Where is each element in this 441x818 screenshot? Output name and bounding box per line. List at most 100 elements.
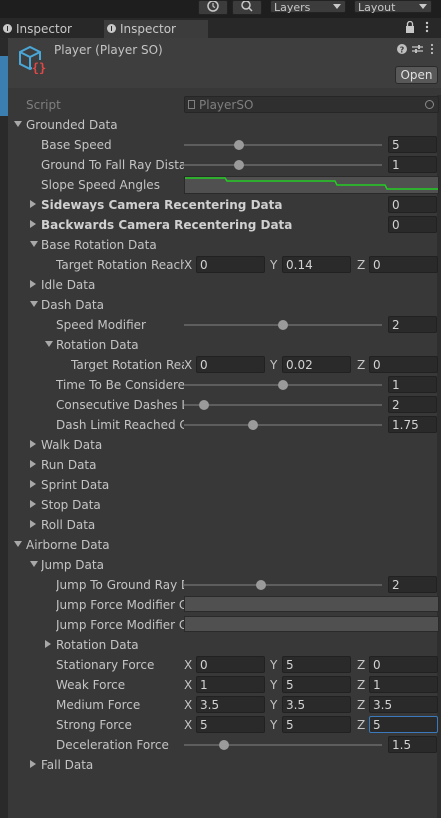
animation-curve-field[interactable] [184, 616, 439, 632]
slider-handle[interactable] [278, 380, 288, 390]
slider-track[interactable] [184, 144, 382, 146]
slider-handle[interactable] [256, 580, 266, 590]
foldout-roll-data[interactable]: Roll Data [8, 515, 441, 535]
foldout-fall-data[interactable]: Fall Data [8, 755, 441, 775]
vector-x-field[interactable]: 1 [196, 676, 265, 693]
animation-curve-field[interactable] [184, 596, 439, 612]
foldout-walk-data[interactable]: Walk Data [8, 435, 441, 455]
foldout-closed-icon[interactable] [30, 460, 36, 468]
vector-y-field[interactable]: 3.5 [282, 696, 351, 713]
vector-x-field[interactable]: 5 [196, 716, 265, 733]
foldout-idle-data[interactable]: Idle Data [8, 275, 441, 295]
property-row-script: Script PlayerSO [8, 95, 441, 115]
vector-x-field[interactable]: 0 [196, 256, 265, 273]
property-row-dash-limit-reached-c: Dash Limit Reached C 1.75 [8, 415, 441, 435]
open-button[interactable]: Open [395, 66, 438, 84]
more-options-icon[interactable] [430, 43, 434, 55]
slider-handle[interactable] [234, 160, 244, 170]
property-label: Jump To Ground Ray D [56, 578, 184, 592]
vector-z-field[interactable]: 1 [369, 676, 438, 693]
int-field[interactable]: 0 [388, 196, 437, 213]
tab-inspector-1[interactable]: Inspector [0, 20, 118, 38]
vector-y-field[interactable]: 5 [282, 676, 351, 693]
foldout-base-rotation-data[interactable]: Base Rotation Data [8, 235, 441, 255]
number-field[interactable]: 2 [388, 576, 437, 593]
foldout-closed-icon[interactable] [45, 640, 51, 648]
foldout-dash-data[interactable]: Dash Data [8, 295, 441, 315]
vector-z-field[interactable]: 3.5 [369, 696, 438, 713]
foldout-open-icon[interactable] [30, 561, 38, 567]
help-icon[interactable]: ? [397, 44, 407, 54]
foldout-rotation-data[interactable]: Rotation Data [8, 635, 441, 655]
foldout-closed-icon[interactable] [30, 440, 36, 448]
svg-text:?: ? [400, 45, 405, 54]
vector-z-field[interactable]: 5 [369, 716, 438, 733]
number-field[interactable]: 1 [388, 156, 437, 173]
vector-y-field[interactable]: 0.02 [282, 356, 351, 373]
foldout-open-icon[interactable] [14, 541, 22, 547]
number-field[interactable]: 1.5 [388, 736, 437, 753]
vector-z-field[interactable]: 0 [369, 256, 438, 273]
foldout-stop-data[interactable]: Stop Data [8, 495, 441, 515]
foldout-open-icon[interactable] [14, 121, 22, 127]
vector-y-field[interactable]: 5 [282, 716, 351, 733]
history-button[interactable] [198, 0, 228, 15]
slider-handle[interactable] [234, 140, 244, 150]
foldout-jump-data[interactable]: Jump Data [8, 555, 441, 575]
foldout-closed-icon[interactable] [30, 480, 36, 488]
more-options-icon[interactable] [425, 21, 429, 33]
foldout-open-icon[interactable] [45, 341, 53, 347]
slider-handle[interactable] [219, 740, 229, 750]
foldout-rotation-data[interactable]: Rotation Data [8, 335, 441, 355]
foldout-airborne-data[interactable]: Airborne Data [8, 535, 441, 555]
vector-x-field[interactable]: 3.5 [196, 696, 265, 713]
foldout-backwards-camera-recentering-data[interactable]: Backwards Camera Recentering Data 0 [8, 215, 441, 235]
vector-x-field[interactable]: 0 [196, 356, 265, 373]
foldout-closed-icon[interactable] [30, 220, 36, 228]
slider-track[interactable] [184, 424, 382, 426]
foldout-open-icon[interactable] [30, 241, 38, 247]
slider-track[interactable] [184, 404, 382, 406]
number-field[interactable]: 1.75 [388, 416, 437, 433]
foldout-sprint-data[interactable]: Sprint Data [8, 475, 441, 495]
number-field[interactable]: 2 [388, 396, 437, 413]
slider-handle[interactable] [199, 400, 209, 410]
foldout-sideways-camera-recentering-data[interactable]: Sideways Camera Recentering Data 0 [8, 195, 441, 215]
slider-handle[interactable] [248, 420, 258, 430]
info-icon [107, 24, 116, 33]
slider-handle[interactable] [278, 320, 288, 330]
foldout-closed-icon[interactable] [30, 760, 36, 768]
foldout-closed-icon[interactable] [30, 500, 36, 508]
property-label: Speed Modifier [56, 318, 146, 332]
number-field[interactable]: 2 [388, 316, 437, 333]
number-field[interactable]: 1 [388, 376, 437, 393]
vector-y-field[interactable]: 5 [282, 656, 351, 673]
slider-track[interactable] [184, 584, 382, 586]
tab-inspector-2[interactable]: Inspector [104, 20, 208, 38]
property-row-medium-force: Medium Force X 3.5 Y 3.5 Z 3.5 [8, 695, 441, 715]
object-picker-icon[interactable] [425, 100, 434, 109]
foldout-run-data[interactable]: Run Data [8, 455, 441, 475]
axis-label-z: Z [357, 718, 366, 732]
vector-z-field[interactable]: 0 [369, 356, 438, 373]
vector-z-field[interactable]: 0 [369, 656, 438, 673]
foldout-label: Grounded Data [26, 118, 118, 132]
vector-x-field[interactable]: 0 [196, 656, 265, 673]
foldout-open-icon[interactable] [30, 301, 38, 307]
preset-icon[interactable] [412, 44, 423, 54]
foldout-closed-icon[interactable] [30, 520, 36, 528]
foldout-grounded-data[interactable]: Grounded Data [8, 115, 441, 135]
slider-track[interactable] [184, 744, 382, 746]
foldout-closed-icon[interactable] [30, 280, 36, 288]
layout-dropdown[interactable]: Layout [354, 0, 432, 14]
lock-icon[interactable] [405, 21, 415, 33]
animation-curve-field[interactable] [184, 176, 439, 194]
slider-track[interactable] [184, 164, 382, 166]
foldout-closed-icon[interactable] [30, 200, 36, 208]
number-field[interactable]: 5 [388, 136, 437, 153]
chevron-down-icon [419, 4, 427, 9]
int-field[interactable]: 0 [388, 216, 437, 233]
search-button[interactable] [232, 0, 262, 15]
layers-dropdown[interactable]: Layers [270, 0, 346, 14]
vector-y-field[interactable]: 0.14 [282, 256, 351, 273]
